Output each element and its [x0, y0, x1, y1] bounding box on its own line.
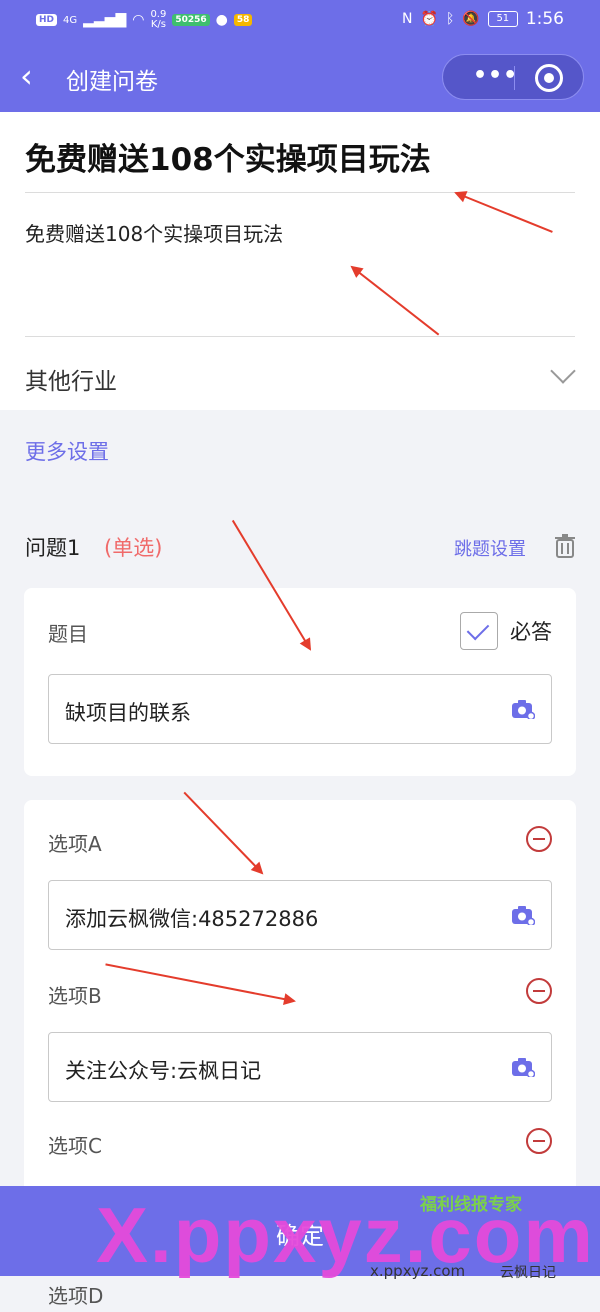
survey-header: 免费赠送108个实操项目玩法 免费赠送108个实操项目玩法 其他行业: [0, 112, 600, 410]
industry-select[interactable]: 其他行业: [25, 362, 117, 396]
watermark-small: x.ppxyz.com: [370, 1262, 466, 1280]
battery-icon: 51: [487, 11, 518, 27]
remove-option-b-icon[interactable]: [526, 978, 552, 1004]
chevron-left-icon[interactable]: ‹: [20, 58, 33, 94]
signal-icon: ▂▃▅▇: [83, 12, 127, 28]
required-checkbox[interactable]: [460, 612, 498, 650]
camera-icon[interactable]: [511, 1057, 535, 1077]
top-bar: HD 4G ▂▃▅▇ ◠ 0.9 K/s 50256 ● 58 N ⏰ ᛒ 🔕 …: [0, 0, 600, 112]
page-title: 创建问卷: [66, 69, 158, 95]
watermark-account: 云枫日记: [500, 1265, 556, 1281]
chevron-down-icon[interactable]: [550, 358, 576, 384]
remove-option-a-icon[interactable]: [526, 826, 552, 852]
desc-divider: [25, 336, 575, 337]
net-speed: 0.9 K/s: [150, 9, 167, 30]
target-close-icon[interactable]: [535, 64, 563, 92]
option-b-value: 关注公众号:云枫日记: [65, 1059, 262, 1083]
remove-option-c-icon[interactable]: [526, 1128, 552, 1154]
question-number: 问题1: [25, 536, 81, 560]
option-b-input[interactable]: 关注公众号:云枫日记: [48, 1032, 552, 1102]
camera-icon[interactable]: [511, 905, 535, 925]
hd-badge: HD: [36, 14, 58, 26]
required-label: 必答: [510, 620, 552, 644]
nfc-icon: N: [402, 11, 413, 27]
mute-icon: 🔕: [462, 11, 480, 27]
alarm-icon: ⏰: [420, 11, 438, 27]
signal-4g-label: 4G: [63, 14, 78, 26]
status-bar: HD 4G ▂▃▅▇ ◠ 0.9 K/s 50256 ● 58 N ⏰ ᛒ 🔕 …: [0, 0, 600, 40]
trash-icon[interactable]: [554, 534, 576, 558]
wechat-icon: ●: [215, 12, 228, 28]
options-card: 选项A 添加云枫微信:485272886 选项B 关注公众号:云枫日记 选项C: [24, 800, 576, 1200]
clock-time: 1:56: [525, 9, 564, 29]
jump-settings-link[interactable]: 跳题设置: [454, 535, 526, 561]
bluetooth-icon: ᛒ: [445, 11, 455, 27]
topic-card: 题目 必答 缺项目的联系: [24, 588, 576, 776]
app-chip-a: 50256: [172, 14, 210, 26]
capsule-divider: [514, 66, 515, 90]
wifi-icon: ◠: [132, 12, 145, 28]
camera-icon[interactable]: [511, 699, 535, 719]
option-a-label: 选项A: [48, 832, 102, 856]
watermark-tag: 福利线报专家: [420, 1195, 522, 1215]
survey-description[interactable]: 免费赠送108个实操项目玩法: [25, 218, 283, 247]
title-divider: [25, 192, 575, 193]
topic-input[interactable]: 缺项目的联系: [48, 674, 552, 744]
app-chip-b: 58: [233, 14, 253, 26]
option-a-input[interactable]: 添加云枫微信:485272886: [48, 880, 552, 950]
status-right: N ⏰ ᛒ 🔕 51 1:56: [402, 9, 564, 29]
mini-program-capsule: •••: [442, 54, 584, 100]
option-b-label: 选项B: [48, 984, 102, 1008]
more-settings-link[interactable]: 更多设置: [25, 436, 109, 466]
option-d-label: 选项D: [48, 1284, 104, 1308]
survey-title[interactable]: 免费赠送108个实操项目玩法: [25, 134, 431, 179]
nav-bar: ‹ 创建问卷 •••: [0, 48, 600, 106]
more-dots-icon[interactable]: •••: [473, 63, 518, 88]
question-type: (单选): [104, 536, 163, 560]
option-c-label: 选项C: [48, 1134, 102, 1158]
option-a-value: 添加云枫微信:485272886: [65, 907, 319, 931]
status-left: HD 4G ▂▃▅▇ ◠ 0.9 K/s 50256 ● 58: [36, 9, 253, 30]
topic-label: 题目: [48, 622, 88, 646]
topic-input-value: 缺项目的联系: [65, 701, 191, 725]
